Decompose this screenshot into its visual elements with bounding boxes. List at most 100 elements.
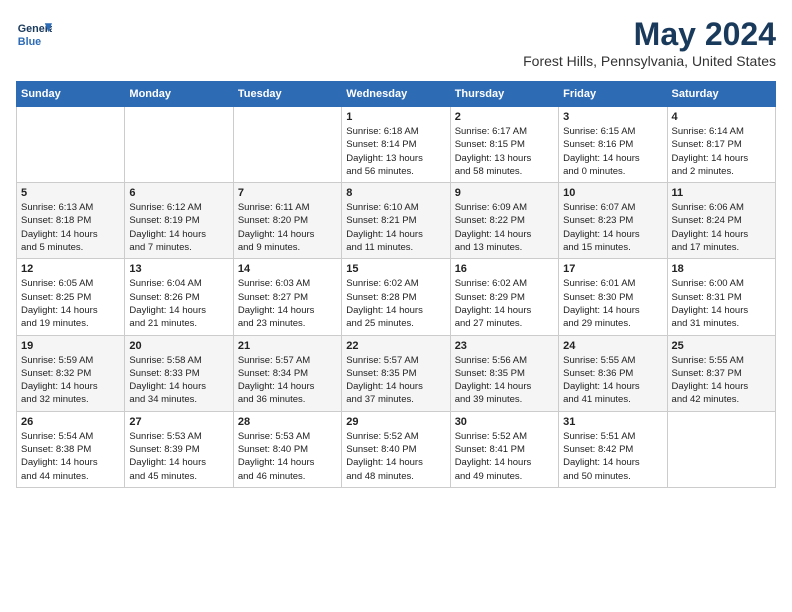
day-number: 7 (238, 187, 337, 199)
week-row-2: 5 Sunrise: 6:13 AM Sunset: 8:18 PM Daylight… (17, 183, 776, 259)
day-info-line: and 11 minutes. (346, 242, 413, 253)
day-info-line: Sunrise: 6:10 AM (346, 202, 418, 213)
day-number: 16 (455, 263, 554, 275)
day-info-line: Daylight: 14 hours (455, 457, 532, 468)
day-info-line: and 0 minutes. (563, 166, 625, 177)
day-cell: 9Sunrise: 6:09 AMSunset: 8:22 PMDaylight… (450, 183, 558, 259)
day-cell: 10Sunrise: 6:07 AMSunset: 8:23 PMDayligh… (559, 183, 667, 259)
day-info-line: Daylight: 14 hours (563, 153, 640, 164)
week-row-1: 1Sunrise: 6:18 AMSunset: 8:14 PMDaylight… (17, 107, 776, 183)
day-info-line: Sunset: 8:26 PM (129, 292, 199, 303)
day-cell: 31Sunrise: 5:51 AMSunset: 8:42 PMDayligh… (559, 411, 667, 487)
day-info-line: Sunrise: 6:17 AM (455, 126, 527, 137)
day-number: 14 (238, 263, 337, 275)
day-info-line: Sunrise: 5:55 AM (672, 355, 744, 366)
day-info-line: Sunrise: 6:09 AM (455, 202, 527, 213)
day-info-line: Sunrise: 6:18 AM (346, 126, 418, 137)
day-info: Sunrise: 6:02 AMSunset: 8:28 PMDaylight:… (346, 277, 445, 330)
day-info-line: and 46 minutes. (238, 471, 306, 482)
day-info-line: Sunrise: 5:58 AM (129, 355, 201, 366)
day-info-line: Daylight: 14 hours (238, 381, 315, 392)
day-info-line: Sunset: 8:40 PM (346, 444, 416, 455)
logo: General Blue (16, 16, 52, 52)
day-info-line: Sunset: 8:42 PM (563, 444, 633, 455)
day-number: 5 (21, 187, 120, 199)
calendar-body: 1Sunrise: 6:18 AMSunset: 8:14 PMDaylight… (17, 107, 776, 488)
day-info-line: Daylight: 14 hours (455, 381, 532, 392)
day-info-line: Sunrise: 6:11 AM (238, 202, 310, 213)
calendar-header: SundayMondayTuesdayWednesdayThursdayFrid… (17, 82, 776, 107)
day-info: Sunrise: 5:57 AMSunset: 8:34 PMDaylight:… (238, 354, 337, 407)
day-info-line: Sunset: 8:24 PM (672, 215, 742, 226)
day-info-line: Sunset: 8:21 PM (346, 215, 416, 226)
week-row-3: 12Sunrise: 6:05 AMSunset: 8:25 PMDayligh… (17, 259, 776, 335)
day-cell: 22Sunrise: 5:57 AMSunset: 8:35 PMDayligh… (342, 335, 450, 411)
day-info-line: Sunrise: 5:57 AM (238, 355, 310, 366)
day-info: Sunrise: 5:55 AMSunset: 8:37 PMDaylight:… (672, 354, 771, 407)
day-info-line: Sunset: 8:16 PM (563, 139, 633, 150)
day-info: Sunrise: 6:18 AMSunset: 8:14 PMDaylight:… (346, 125, 445, 178)
day-info-line: Daylight: 14 hours (563, 381, 640, 392)
day-info-line: Sunrise: 6:15 AM (563, 126, 635, 137)
day-info-line: and 58 minutes. (455, 166, 523, 177)
day-info-line: and 56 minutes. (346, 166, 414, 177)
day-info-line: Sunrise: 5:51 AM (563, 431, 635, 442)
day-info-line: Sunrise: 6:00 AM (672, 278, 744, 289)
day-info-line: and 13 minutes. (455, 242, 523, 253)
day-info: Sunrise: 6:17 AMSunset: 8:15 PMDaylight:… (455, 125, 554, 178)
day-number: 3 (563, 111, 662, 123)
day-cell (125, 107, 233, 183)
day-number: 9 (455, 187, 554, 199)
week-row-4: 19Sunrise: 5:59 AMSunset: 8:32 PMDayligh… (17, 335, 776, 411)
day-info: Sunrise: 5:56 AMSunset: 8:35 PMDaylight:… (455, 354, 554, 407)
day-number: 8 (346, 187, 445, 199)
day-cell: 5Sunrise: 6:13 AMSunset: 8:18 PMDaylight… (17, 183, 125, 259)
day-info-line: Daylight: 14 hours (238, 457, 315, 468)
day-info-line: Sunset: 8:17 PM (672, 139, 742, 150)
day-info-line: Sunset: 8:27 PM (238, 292, 308, 303)
day-cell: 2Sunrise: 6:17 AMSunset: 8:15 PMDaylight… (450, 107, 558, 183)
page-subtitle: Forest Hills, Pennsylvania, United State… (523, 53, 776, 69)
day-number: 22 (346, 340, 445, 352)
day-number: 30 (455, 416, 554, 428)
day-info-line: Daylight: 14 hours (129, 229, 206, 240)
day-number: 27 (129, 416, 228, 428)
day-info-line: Sunrise: 6:12 AM (129, 202, 201, 213)
day-info: Sunrise: 6:07 AMSunset: 8:23 PMDaylight:… (563, 201, 662, 254)
day-info-line: Daylight: 14 hours (455, 305, 532, 316)
day-info-line: and 21 minutes. (129, 318, 197, 329)
day-info: Sunrise: 5:52 AMSunset: 8:40 PMDaylight:… (346, 430, 445, 483)
day-info-line: Daylight: 14 hours (346, 457, 423, 468)
day-info-line: Daylight: 14 hours (21, 381, 98, 392)
day-cell: 19Sunrise: 5:59 AMSunset: 8:32 PMDayligh… (17, 335, 125, 411)
header-cell-monday: Monday (125, 82, 233, 107)
day-info: Sunrise: 5:54 AMSunset: 8:38 PMDaylight:… (21, 430, 120, 483)
day-cell (233, 107, 341, 183)
header-cell-saturday: Saturday (667, 82, 775, 107)
day-info-line: and 50 minutes. (563, 471, 631, 482)
day-info-line: Daylight: 14 hours (563, 305, 640, 316)
day-info-line: Sunset: 8:30 PM (563, 292, 633, 303)
day-cell: 7Sunrise: 6:11 AMSunset: 8:20 PMDaylight… (233, 183, 341, 259)
day-number: 25 (672, 340, 771, 352)
day-info-line: and 15 minutes. (563, 242, 631, 253)
header-cell-tuesday: Tuesday (233, 82, 341, 107)
day-info-line: Sunrise: 5:55 AM (563, 355, 635, 366)
day-cell: 14Sunrise: 6:03 AMSunset: 8:27 PMDayligh… (233, 259, 341, 335)
day-cell: 4Sunrise: 6:14 AMSunset: 8:17 PMDaylight… (667, 107, 775, 183)
day-info-line: and 39 minutes. (455, 394, 523, 405)
day-info-line: and 44 minutes. (21, 471, 89, 482)
day-info-line: Sunrise: 5:52 AM (455, 431, 527, 442)
day-info-line: Daylight: 13 hours (455, 153, 532, 164)
day-info-line: Daylight: 14 hours (21, 305, 98, 316)
day-number: 15 (346, 263, 445, 275)
day-info: Sunrise: 6:01 AMSunset: 8:30 PMDaylight:… (563, 277, 662, 330)
day-info-line: Sunset: 8:33 PM (129, 368, 199, 379)
day-info-line: Sunset: 8:18 PM (21, 215, 91, 226)
header-cell-sunday: Sunday (17, 82, 125, 107)
day-cell: 20Sunrise: 5:58 AMSunset: 8:33 PMDayligh… (125, 335, 233, 411)
day-info-line: Sunrise: 6:02 AM (346, 278, 418, 289)
day-cell (667, 411, 775, 487)
day-number: 6 (129, 187, 228, 199)
day-info-line: Sunrise: 6:13 AM (21, 202, 93, 213)
